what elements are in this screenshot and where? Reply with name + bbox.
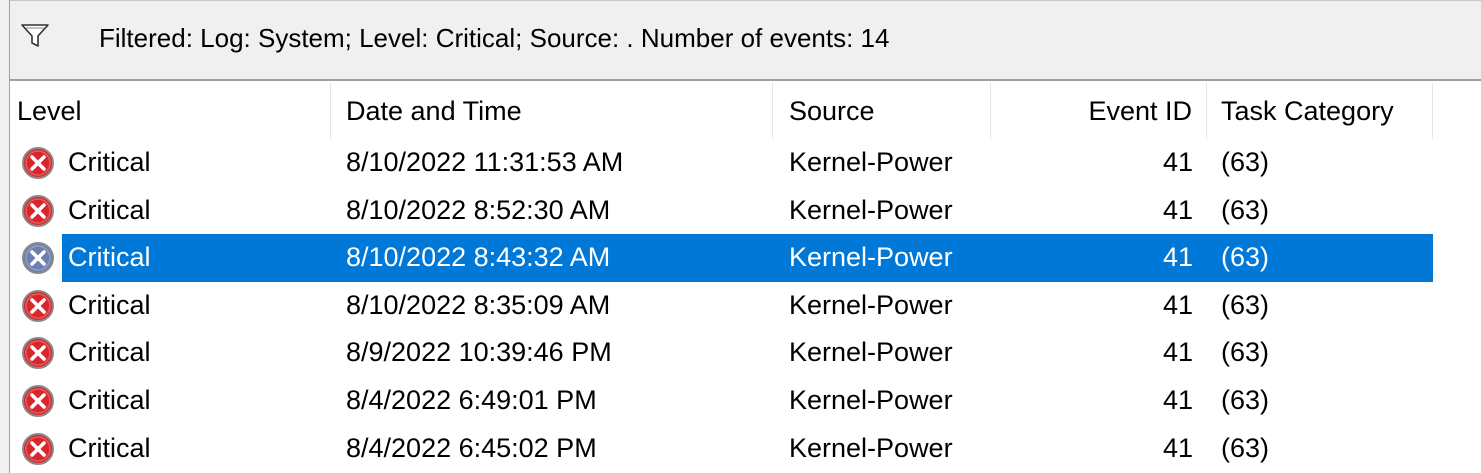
cell-date-and-time: 8/4/2022 6:45:02 PM bbox=[346, 432, 597, 463]
critical-error-icon bbox=[21, 241, 55, 275]
column-header-source[interactable]: Source bbox=[773, 83, 991, 139]
cell-event-id: 41 bbox=[1162, 289, 1193, 320]
cell-task-category: (63) bbox=[1221, 289, 1270, 320]
cell-level: Critical bbox=[68, 242, 151, 273]
cell-event-id: 41 bbox=[1162, 242, 1193, 273]
filter-bar: Filtered: Log: System; Level: Critical; … bbox=[10, 0, 1481, 81]
table-row[interactable]: Critical 8/10/2022 8:43:32 AM Kernel-Power… bbox=[11, 234, 1481, 282]
filter-description: Filtered: Log: System; Level: Critical; … bbox=[99, 23, 890, 53]
cell-event-id: 41 bbox=[1162, 337, 1193, 368]
table-row[interactable]: Critical 8/4/2022 6:49:01 PM Kernel-Power 4… bbox=[11, 377, 1481, 425]
critical-error-icon bbox=[21, 289, 55, 323]
cell-event-id: 41 bbox=[1162, 432, 1193, 463]
events-table: Level Date and Time Source Event ID Task… bbox=[11, 83, 1481, 473]
table-header: Level Date and Time Source Event ID Task… bbox=[11, 83, 1481, 139]
cell-task-category: (63) bbox=[1221, 242, 1270, 273]
cell-task-category: (63) bbox=[1221, 384, 1270, 415]
cell-event-id: 41 bbox=[1162, 194, 1193, 225]
column-header-date-and-time[interactable]: Date and Time bbox=[331, 83, 773, 139]
cell-level: Critical bbox=[68, 432, 151, 463]
table-row[interactable]: Critical 8/10/2022 11:31:53 AM Kernel-Powe… bbox=[11, 139, 1481, 187]
cell-source: Kernel-Power bbox=[789, 289, 953, 320]
critical-error-icon bbox=[21, 384, 55, 418]
table-row[interactable]: Critical 8/9/2022 10:39:46 PM Kernel-Power… bbox=[11, 329, 1481, 377]
pane-left-border bbox=[0, 0, 10, 473]
cell-source: Kernel-Power bbox=[789, 384, 953, 415]
column-header-level[interactable]: Level bbox=[11, 83, 331, 139]
cell-level: Critical bbox=[68, 384, 151, 415]
critical-error-icon bbox=[21, 194, 55, 228]
cell-event-id: 41 bbox=[1162, 147, 1193, 177]
cell-source: Kernel-Power bbox=[789, 242, 953, 273]
cell-date-and-time: 8/10/2022 11:31:53 AM bbox=[346, 147, 624, 177]
cell-date-and-time: 8/10/2022 8:43:32 AM bbox=[346, 242, 611, 273]
column-header-event-id[interactable]: Event ID bbox=[991, 83, 1207, 139]
table-row[interactable]: Critical 8/10/2022 8:52:30 AM Kernel-Power… bbox=[11, 187, 1481, 235]
cell-source: Kernel-Power bbox=[789, 337, 953, 368]
cell-task-category: (63) bbox=[1221, 337, 1270, 368]
event-viewer-pane: Filtered: Log: System; Level: Critical; … bbox=[0, 0, 1481, 473]
cell-task-category: (63) bbox=[1221, 147, 1270, 177]
critical-error-icon bbox=[21, 146, 55, 180]
funnel-icon bbox=[20, 21, 50, 51]
cell-level: Critical bbox=[68, 289, 151, 320]
cell-source: Kernel-Power bbox=[789, 432, 953, 463]
cell-level: Critical bbox=[68, 194, 151, 225]
cell-date-and-time: 8/10/2022 8:52:30 AM bbox=[346, 194, 611, 225]
cell-date-and-time: 8/4/2022 6:49:01 PM bbox=[346, 384, 597, 415]
cell-source: Kernel-Power bbox=[789, 194, 953, 225]
cell-event-id: 41 bbox=[1162, 384, 1193, 415]
table-body: Critical 8/10/2022 11:31:53 AM Kernel-Powe… bbox=[11, 139, 1481, 472]
cell-source: Kernel-Power bbox=[789, 147, 953, 177]
cell-task-category: (63) bbox=[1221, 194, 1270, 225]
cell-task-category: (63) bbox=[1221, 432, 1270, 463]
cell-level: Critical bbox=[68, 337, 151, 368]
table-row[interactable]: Critical 8/4/2022 6:45:02 PM Kernel-Power 4… bbox=[11, 425, 1481, 473]
cell-date-and-time: 8/9/2022 10:39:46 PM bbox=[346, 337, 612, 368]
column-header-task-category[interactable]: Task Category bbox=[1207, 83, 1433, 139]
critical-error-icon bbox=[21, 432, 55, 466]
table-row[interactable]: Critical 8/10/2022 8:35:09 AM Kernel-Power… bbox=[11, 282, 1481, 330]
cell-date-and-time: 8/10/2022 8:35:09 AM bbox=[346, 289, 611, 320]
critical-error-icon bbox=[21, 336, 55, 370]
cell-level: Critical bbox=[68, 147, 151, 177]
